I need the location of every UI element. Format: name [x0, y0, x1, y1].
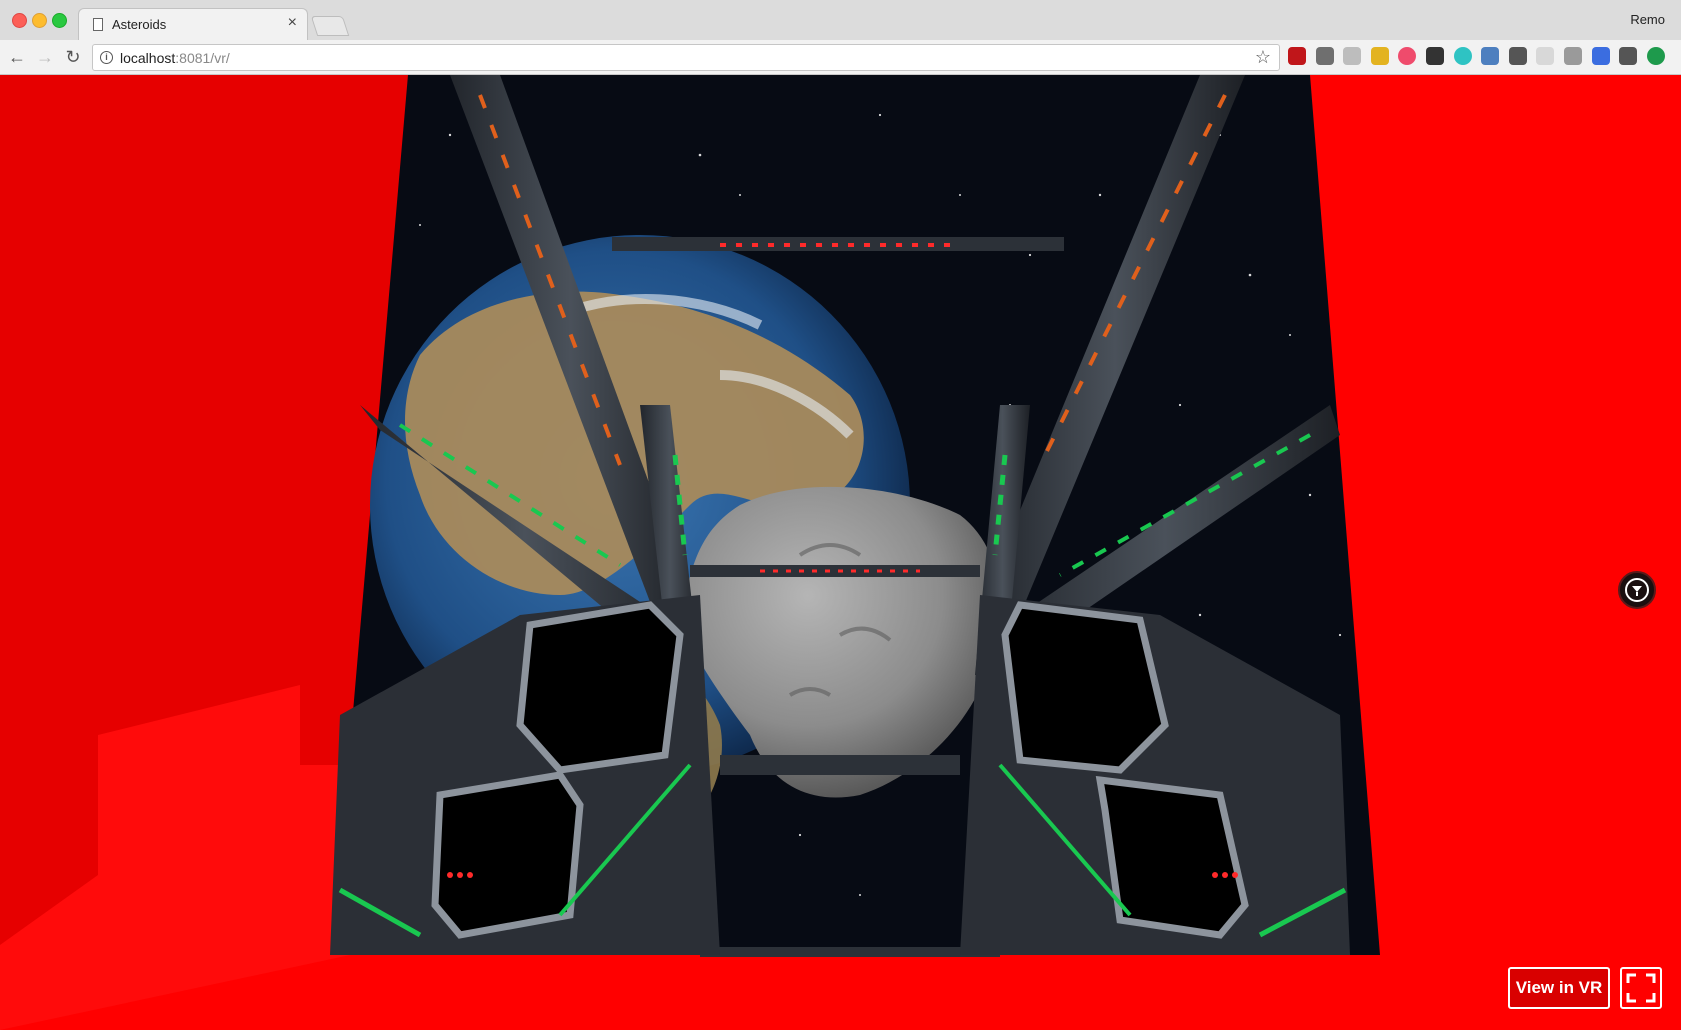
tab-close-button[interactable]: × — [288, 14, 297, 32]
window-minimize-button[interactable] — [32, 13, 47, 28]
grid-extension-icon[interactable] — [1564, 47, 1582, 65]
back-button[interactable]: ← — [6, 46, 28, 68]
fullscreen-icon — [1626, 973, 1656, 1003]
mask-icon[interactable] — [1426, 47, 1444, 65]
ublock-icon[interactable] — [1288, 47, 1306, 65]
profile-name[interactable]: Remo — [1630, 12, 1665, 27]
vr-viewport[interactable]: View in VR — [0, 75, 1681, 1030]
info-extension-icon[interactable] — [1619, 47, 1638, 65]
screen-icon[interactable] — [1481, 47, 1500, 65]
view-in-vr-button[interactable]: View in VR — [1508, 967, 1610, 1009]
tab-bar: Asteroids × Remo — [0, 0, 1681, 40]
broom-icon[interactable] — [1370, 47, 1389, 65]
chat-icon[interactable] — [1343, 47, 1362, 65]
window-close-button[interactable] — [12, 13, 27, 28]
info-icon[interactable]: i — [100, 51, 113, 64]
fullscreen-button[interactable] — [1620, 967, 1662, 1009]
forward-button[interactable]: → — [34, 46, 56, 68]
glasses-outline-icon[interactable] — [1315, 47, 1334, 65]
reticle-icon — [1625, 578, 1649, 602]
gaze-cursor-icon[interactable] — [1618, 571, 1656, 609]
bookmark-star-icon[interactable]: ☆ — [1255, 47, 1271, 68]
new-tab-button[interactable] — [310, 16, 350, 36]
view-in-vr-label: View in VR — [1515, 978, 1603, 997]
url-host: localhost — [120, 50, 176, 66]
address-bar[interactable]: i localhost:8081/vr/ ☆ — [92, 44, 1280, 71]
document-icon — [93, 18, 103, 31]
url-path: :8081/vr/ — [175, 50, 230, 66]
m-extension-icon[interactable] — [1453, 47, 1472, 65]
window-maximize-button[interactable] — [52, 13, 67, 28]
shield-extension-icon[interactable] — [1508, 47, 1527, 65]
reload-button[interactable]: ↻ — [62, 46, 84, 68]
tab-asteroids[interactable]: Asteroids × — [78, 8, 308, 40]
upload-extension-icon[interactable] — [1646, 47, 1665, 65]
tab-title: Asteroids — [112, 17, 167, 32]
circle-extension-icon[interactable] — [1536, 47, 1555, 65]
bookmark-extension-icon[interactable] — [1591, 47, 1610, 65]
url-text[interactable]: localhost:8081/vr/ — [120, 50, 230, 66]
vr-scene-canvas[interactable] — [0, 75, 1681, 1030]
